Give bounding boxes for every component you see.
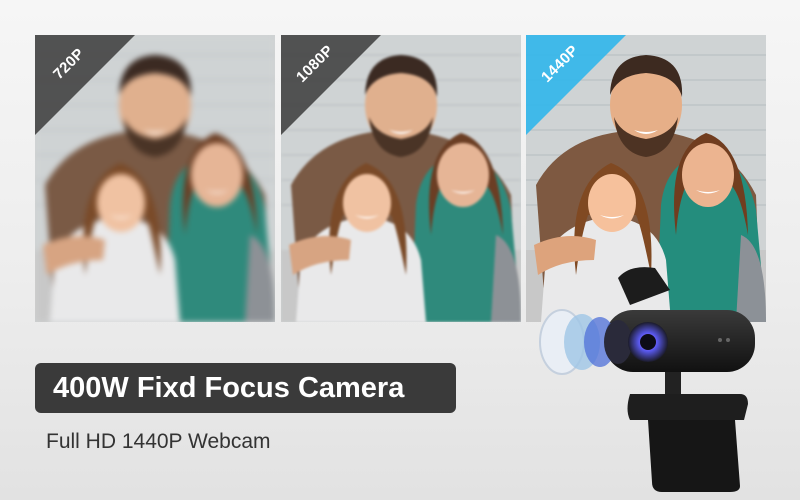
webcam-icon [539,267,755,492]
headline-banner: 400W Fixd Focus Camera [35,363,456,413]
resolution-panel-720p: 720P [35,35,275,322]
resolution-panel-1080p: 1080P [281,35,521,322]
headline-text: 400W Fixd Focus Camera [53,371,405,404]
subheadline-text: Full HD 1440P Webcam [46,430,271,453]
